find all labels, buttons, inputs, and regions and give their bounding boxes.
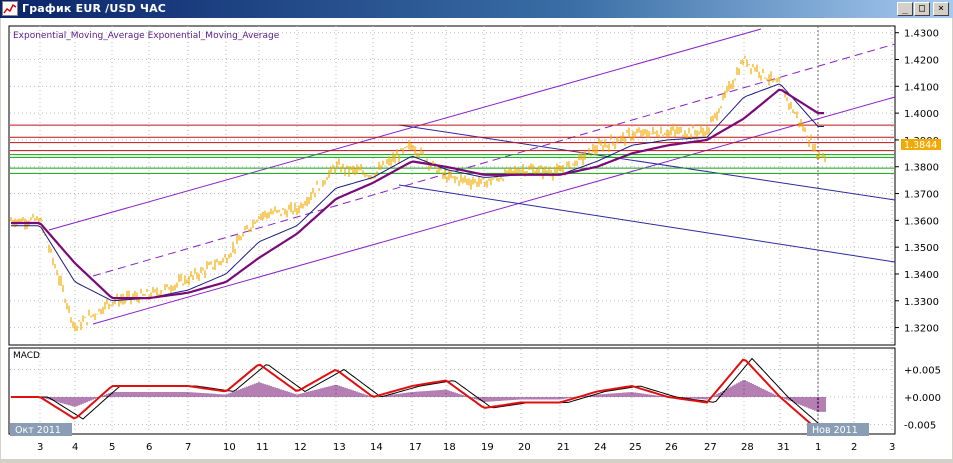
date-tick-label: 17 (409, 442, 422, 453)
macd-tick-label: +0.005 (904, 366, 941, 377)
date-tick-label: 24 (594, 442, 607, 453)
date-tick-label: 20 (518, 442, 531, 453)
price-tick-label: 1.4200 (904, 56, 939, 67)
date-tick-label: 7 (185, 442, 191, 453)
price-axis: 1.43001.42001.41001.40001.39001.38001.37… (895, 29, 939, 335)
date-axis: 3 4 5 6 7 10 11 12 13 14 17 18 19 20 21 24 25 26 27 28 31 1 2 3 (37, 442, 895, 453)
chart-window: Exponential_Moving_Average Exponential_M… (1, 18, 952, 459)
macd-panel (8, 347, 896, 435)
date-tick-label: 1 (815, 442, 821, 453)
date-tick-label: 11 (256, 442, 269, 453)
price-tick-label: 1.4000 (904, 109, 939, 120)
date-tick-label: 25 (629, 442, 642, 453)
date-tick-label: 18 (443, 442, 456, 453)
date-tick-label: 12 (294, 442, 307, 453)
date-tick-label: 19 (481, 442, 494, 453)
date-tick-label: 13 (333, 442, 346, 453)
close-button[interactable]: × (933, 2, 949, 16)
date-tick-label: 14 (370, 442, 383, 453)
price-tick-label: 1.3700 (904, 190, 939, 201)
date-tick-label: 6 (146, 442, 152, 453)
chart-canvas[interactable]: Exponential_Moving_Average Exponential_M… (1, 18, 952, 459)
price-tick-label: 1.3300 (904, 297, 939, 308)
date-tick-label: 26 (665, 442, 678, 453)
macd-axis: +0.005 +0.000 -0.005 (904, 366, 941, 432)
price-tick-label: 1.3800 (904, 163, 939, 174)
date-tick-label: 3 (889, 442, 895, 453)
window-titlebar[interactable]: График EUR /USD ЧАС _ □ × (0, 0, 953, 18)
price-tick-label: 1.3500 (904, 243, 939, 254)
date-tick-label: 31 (777, 442, 790, 453)
price-tick-label: 1.3400 (904, 270, 939, 281)
price-tick-label: 1.3200 (904, 324, 939, 335)
date-tick-label: 28 (741, 442, 754, 453)
date-marker-nov-label: Нов 2011 (812, 425, 858, 436)
macd-label: MACD (13, 351, 40, 361)
current-price-value: 1.3844 (904, 140, 937, 151)
price-tick-label: 1.4100 (904, 82, 939, 93)
maximize-button[interactable]: □ (914, 2, 930, 16)
window-title: График EUR /USD ЧАС (22, 2, 167, 15)
price-tick-label: 1.3600 (904, 216, 939, 227)
date-tick-label: 5 (109, 442, 115, 453)
price-tick-label: 1.4300 (904, 29, 939, 40)
date-tick-label: 21 (557, 442, 570, 453)
minimize-button[interactable]: _ (897, 2, 913, 16)
macd-tick-label: -0.005 (904, 421, 936, 432)
date-tick-label: 10 (223, 442, 236, 453)
macd-tick-label: +0.000 (904, 393, 941, 404)
chart-app-icon (2, 1, 18, 16)
date-tick-label: 4 (72, 442, 78, 453)
date-tick-label: 27 (704, 442, 717, 453)
date-tick-label: 3 (37, 442, 43, 453)
indicator-label: Exponential_Moving_Average Exponential_M… (13, 31, 280, 41)
date-tick-label: 2 (851, 442, 857, 453)
date-marker-oct-label: Окт 2011 (15, 425, 61, 436)
